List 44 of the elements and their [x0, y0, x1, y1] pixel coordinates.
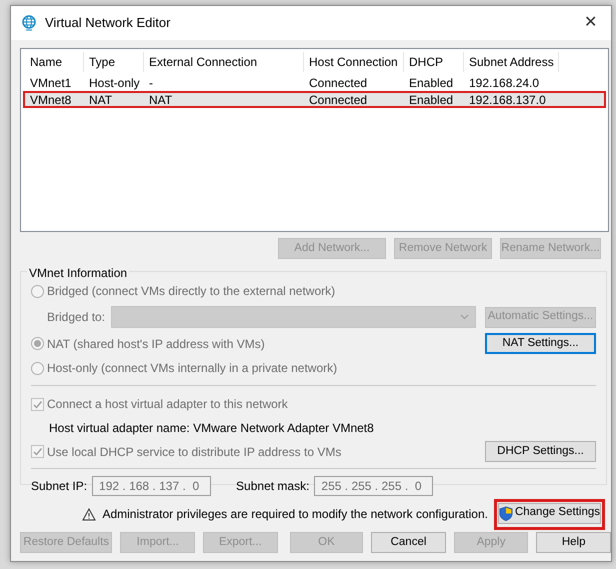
table-cell-text: Host-only: [88, 74, 141, 92]
table-cell-text: 192.168.24.0: [468, 74, 540, 92]
table-cell-text: VMnet8: [29, 92, 72, 108]
column-header[interactable]: Name: [25, 52, 84, 72]
ip-field[interactable]: 255 . 255 . 255 . 0: [314, 476, 434, 496]
table-row[interactable]: VMnet8 NAT NAT Connected Enabled 192.168.137.0: [23, 91, 606, 108]
radio-label: NAT (shared host's IP address with VMs): [47, 336, 265, 352]
chevron-icon: [460, 314, 469, 320]
adapter-name: Host virtual adapter name: VMware Network Adapter VMnet8: [49, 420, 375, 437]
table-cell-text: Connected: [308, 74, 368, 92]
radio-label: Bridged (connect VMs directly to the external network): [47, 283, 336, 300]
column-header[interactable]: DHCP: [404, 52, 464, 72]
window-title: Virtual Network Editor: [45, 14, 172, 32]
button[interactable]: Cancel: [371, 532, 446, 553]
table-cell-text: -: [148, 74, 154, 92]
checkbox-label: Use local DHCP service to distribute IP address to VMs: [47, 444, 342, 460]
table-cell-text: NAT: [148, 92, 174, 108]
table-cell-text: 192.168.137.0: [468, 92, 547, 108]
notice-text: Administrator privileges are required to modify the network configuration.: [102, 506, 488, 523]
column-header[interactable]: External Connection: [144, 52, 304, 72]
field-label: Subnet mask:: [236, 478, 310, 495]
table-cell-text: NAT: [88, 92, 114, 108]
checkbox-label: Connect a host virtual adapter to this network: [47, 396, 288, 413]
shield-icon: [499, 506, 513, 520]
column-header[interactable]: Host Connection: [304, 52, 404, 72]
table-cell-text: VMnet1: [29, 74, 72, 92]
table-cell-text: Enabled: [408, 92, 454, 108]
ip-field[interactable]: 192 . 168 . 137 . 0: [92, 476, 212, 496]
button[interactable]: NAT Settings...: [485, 333, 596, 354]
button[interactable]: Help: [536, 532, 611, 553]
dropdown[interactable]: [111, 306, 476, 328]
warning-icon: [82, 508, 96, 520]
globe-icon: [21, 15, 37, 31]
field-label: Bridged to:: [47, 309, 106, 326]
change-settings-button[interactable]: Change Settings: [498, 502, 601, 524]
column-header[interactable]: Type: [84, 52, 144, 72]
button[interactable]: DHCP Settings...: [485, 441, 596, 462]
table-cell-text: Connected: [308, 92, 368, 108]
radio-label: Host-only (connect VMs internally in a private network): [47, 360, 338, 377]
field-label: Subnet IP:: [31, 478, 88, 495]
table-cell-text: Enabled: [408, 74, 454, 92]
table-row[interactable]: VMnet1 Host-only - Connected Enabled 192.168.24.0: [23, 74, 606, 91]
column-header[interactable]: Subnet Address: [464, 52, 559, 72]
close-button[interactable]: ✕: [580, 15, 601, 31]
